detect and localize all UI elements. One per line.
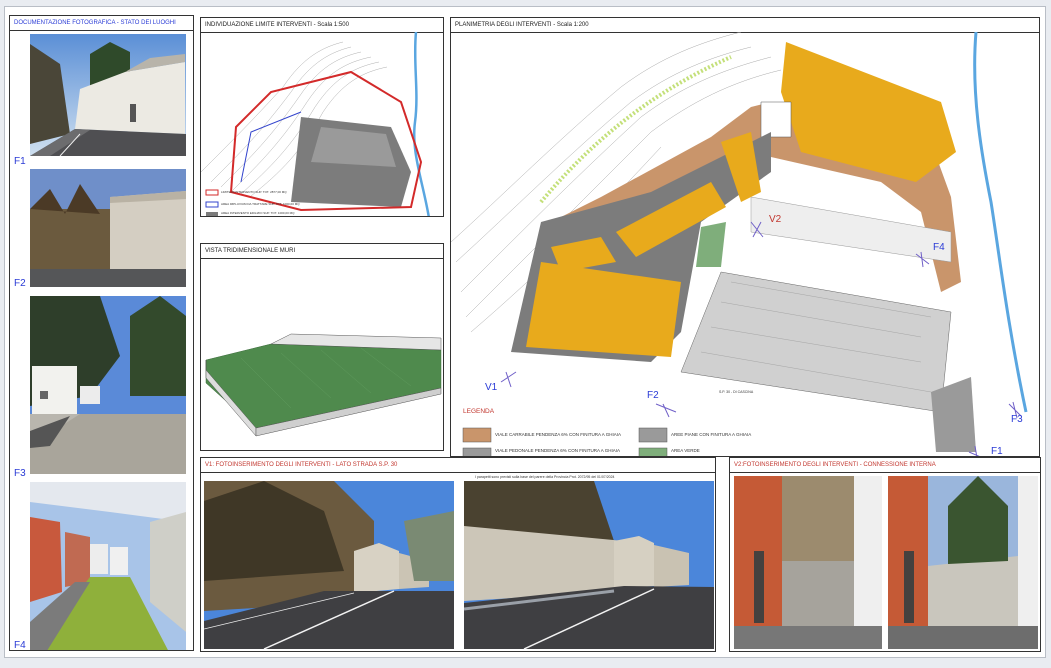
v2-panel: V2:FOTOINSERIMENTO DEGLI INTERVENTI - CO… bbox=[729, 457, 1041, 652]
photo-label-f3: F3 bbox=[14, 468, 26, 479]
plan-legend-flat: AREE PIANE CON FINITURA A GHIAIA bbox=[671, 432, 752, 437]
plan-road-label: S.P. 30 - DI CASCINA bbox=[719, 390, 754, 394]
photo-f1 bbox=[30, 34, 186, 156]
view-3d-render bbox=[205, 333, 442, 437]
plan-view-v2: V2 bbox=[769, 214, 782, 225]
photo-f3 bbox=[30, 296, 186, 474]
v2-photo-proposed bbox=[888, 476, 1038, 649]
drawing-sheet: DOCUMENTAZIONE FOTOGRAFICA - STATO DEI L… bbox=[4, 6, 1046, 658]
plan-view-f2: F2 bbox=[647, 390, 659, 401]
plan-legend-title: LEGENDA bbox=[463, 408, 495, 415]
photo-documentation-title: DOCUMENTAZIONE FOTOGRAFICA - STATO DEI L… bbox=[10, 16, 193, 31]
limits-legend-2: AREA IMPLUVIUM DA TRATTARE SUP. TOT. 100… bbox=[221, 202, 300, 206]
v1-photo-existing bbox=[204, 481, 454, 649]
v2-photo-existing bbox=[734, 476, 882, 649]
plan-view-f4: F4 bbox=[933, 242, 945, 253]
v1-panel: V1: FOTOINSERIMENTO DEGLI INTERVENTI - L… bbox=[200, 457, 716, 652]
v1-photo-proposed bbox=[464, 481, 714, 649]
plan-legend-pedestrian: VIALE PEDONALE PENDENZA 6% CON FINITURA … bbox=[495, 448, 621, 453]
plan-legend-green: AREA VERDE bbox=[671, 448, 700, 453]
photo-label-f4: F4 bbox=[14, 640, 26, 651]
plan-title: PLANIMETRIA DEGLI INTERVENTI - Scala 1:2… bbox=[451, 18, 1039, 33]
v1-title: V1: FOTOINSERIMENTO DEGLI INTERVENTI - L… bbox=[201, 458, 715, 473]
plan-legend-road: VIALE CARRABILE PENDENZA 6% CON FINITURA… bbox=[495, 432, 622, 437]
plan-view-f3: F3 bbox=[1011, 414, 1023, 425]
photo-f2 bbox=[30, 169, 186, 287]
v2-title: V2:FOTOINSERIMENTO DEGLI INTERVENTI - CO… bbox=[730, 458, 1040, 473]
photo-f4 bbox=[30, 482, 186, 650]
limits-panel: INDIVIDUAZIONE LIMITE INTERVENTI - Scala… bbox=[200, 17, 444, 217]
limits-legend-3: AREA INTERVENTO EDILIZIO SUP. TOT. 1000,… bbox=[221, 211, 295, 215]
limits-legend-1: LIMITE DI INTERVENTO SUP. TOT. 2877,00 M… bbox=[221, 190, 287, 194]
photo-label-f1: F1 bbox=[14, 156, 26, 167]
photo-label-f2: F2 bbox=[14, 278, 26, 289]
plan-panel: PLANIMETRIA DEGLI INTERVENTI - Scala 1:2… bbox=[450, 17, 1040, 457]
view-3d-title: VISTA TRIDIMENSIONALE MURI bbox=[201, 244, 443, 259]
limits-title: INDIVIDUAZIONE LIMITE INTERVENTI - Scala… bbox=[201, 18, 443, 33]
photo-documentation-panel: DOCUMENTAZIONE FOTOGRAFICA - STATO DEI L… bbox=[9, 15, 194, 651]
plan-view-v1: V1 bbox=[485, 382, 498, 393]
v1-note: I parapetti sono previsti sulla base del… bbox=[475, 475, 615, 479]
plan-view-f1: F1 bbox=[991, 446, 1003, 457]
view-3d-panel: VISTA TRIDIMENSIONALE MURI bbox=[200, 243, 444, 451]
